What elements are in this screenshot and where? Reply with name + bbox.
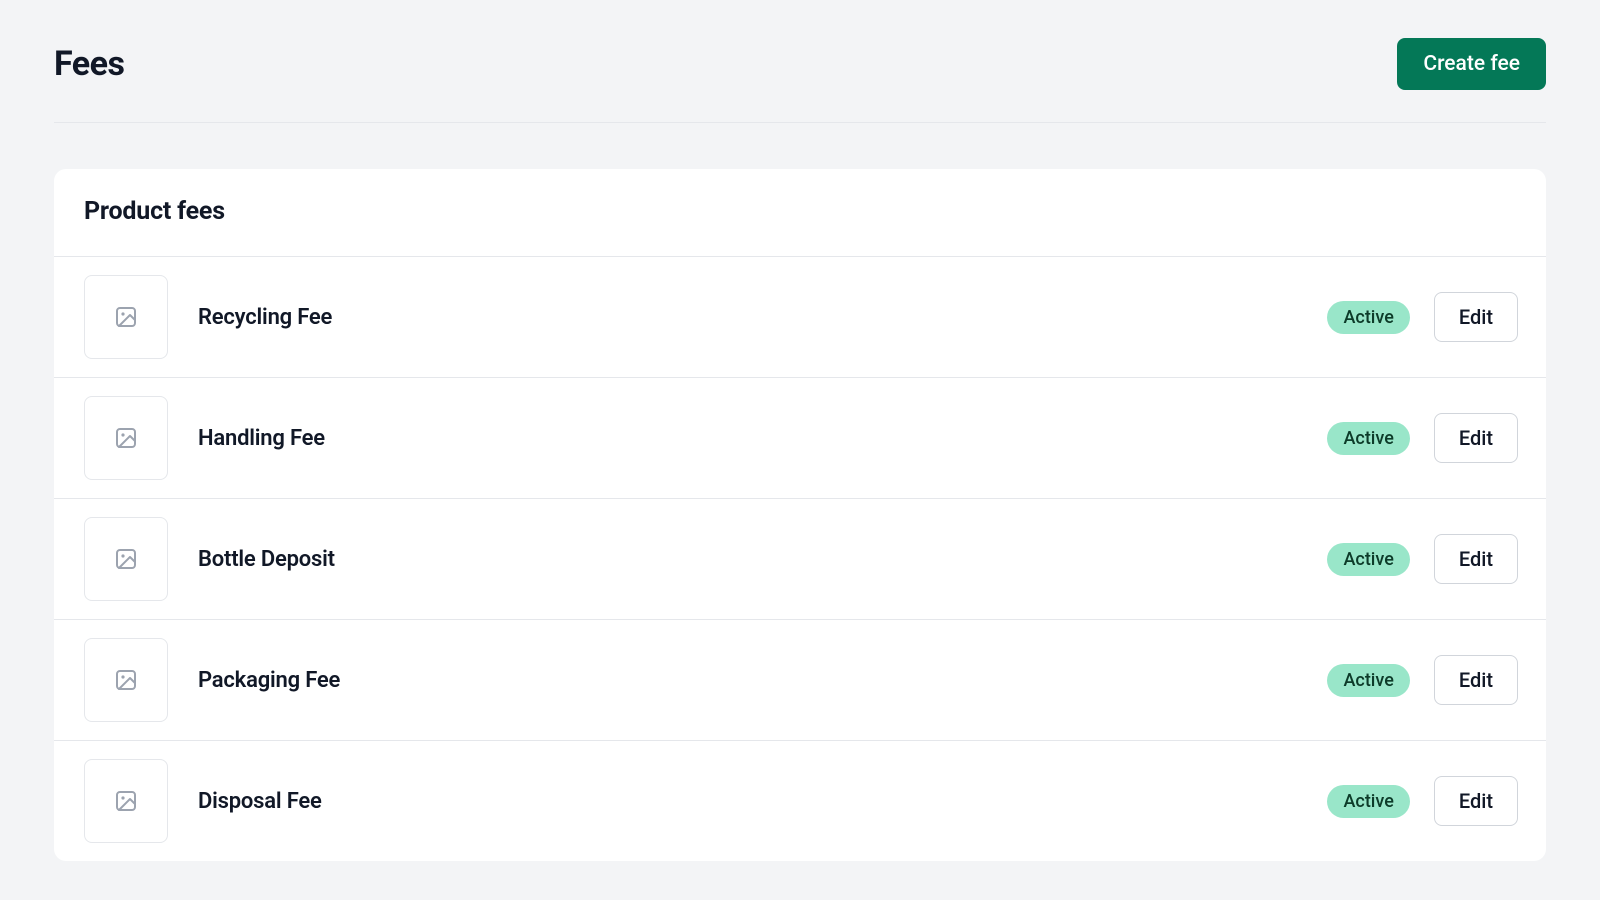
row-left: Disposal Fee xyxy=(84,759,322,843)
page-title: Fees xyxy=(54,44,125,84)
list-item: Handling Fee Active Edit xyxy=(54,377,1546,498)
row-right: Active Edit xyxy=(1327,534,1518,584)
row-left: Handling Fee xyxy=(84,396,325,480)
status-badge: Active xyxy=(1327,785,1409,818)
row-left: Packaging Fee xyxy=(84,638,340,722)
create-fee-button[interactable]: Create fee xyxy=(1397,38,1546,90)
row-right: Active Edit xyxy=(1327,292,1518,342)
list-item: Packaging Fee Active Edit xyxy=(54,619,1546,740)
edit-button[interactable]: Edit xyxy=(1434,292,1518,342)
row-right: Active Edit xyxy=(1327,776,1518,826)
fee-name: Packaging Fee xyxy=(198,668,340,693)
row-left: Bottle Deposit xyxy=(84,517,335,601)
row-right: Active Edit xyxy=(1327,413,1518,463)
list-item: Disposal Fee Active Edit xyxy=(54,740,1546,861)
image-placeholder-icon xyxy=(84,396,168,480)
edit-button[interactable]: Edit xyxy=(1434,655,1518,705)
fee-name: Handling Fee xyxy=(198,426,325,451)
page-header: Fees Create fee xyxy=(54,38,1546,123)
image-placeholder-icon xyxy=(84,517,168,601)
status-badge: Active xyxy=(1327,301,1409,334)
status-badge: Active xyxy=(1327,664,1409,697)
edit-button[interactable]: Edit xyxy=(1434,776,1518,826)
image-placeholder-icon xyxy=(84,759,168,843)
fee-name: Disposal Fee xyxy=(198,789,322,814)
row-left: Recycling Fee xyxy=(84,275,332,359)
row-right: Active Edit xyxy=(1327,655,1518,705)
list-item: Bottle Deposit Active Edit xyxy=(54,498,1546,619)
fee-name: Bottle Deposit xyxy=(198,547,335,572)
fee-name: Recycling Fee xyxy=(198,305,332,330)
edit-button[interactable]: Edit xyxy=(1434,534,1518,584)
product-fees-card: Product fees Recycling Fee Active Edit Han… xyxy=(54,169,1546,861)
status-badge: Active xyxy=(1327,422,1409,455)
fee-list: Recycling Fee Active Edit Handling Fee Acti… xyxy=(54,256,1546,861)
image-placeholder-icon xyxy=(84,638,168,722)
card-title: Product fees xyxy=(84,197,1516,226)
list-item: Recycling Fee Active Edit xyxy=(54,256,1546,377)
edit-button[interactable]: Edit xyxy=(1434,413,1518,463)
card-header: Product fees xyxy=(54,169,1546,256)
image-placeholder-icon xyxy=(84,275,168,359)
status-badge: Active xyxy=(1327,543,1409,576)
